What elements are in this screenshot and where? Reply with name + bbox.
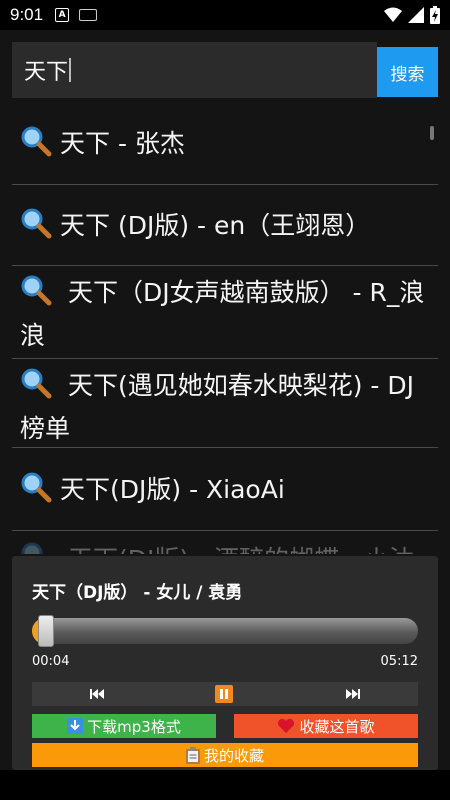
wifi-icon <box>384 7 402 22</box>
seek-bar[interactable] <box>32 615 418 647</box>
list-item-label: 天下(DJ版) - XiaoAi <box>60 474 285 504</box>
now-playing-title: 天下（DJ版） - 女儿 / 袁勇 <box>32 583 243 603</box>
skip-previous-icon <box>90 689 104 699</box>
favorite-song-button[interactable]: 收藏这首歌 <box>234 714 418 738</box>
favorite-song-label: 收藏这首歌 <box>299 717 375 736</box>
pause-button[interactable] <box>215 685 233 703</box>
list-item[interactable]: 天下(DJ版) - 酒醉的蝴蝶 - 小沐 <box>12 532 438 554</box>
pause-icon <box>220 689 228 699</box>
battery-icon <box>430 6 440 24</box>
next-button[interactable] <box>343 685 363 703</box>
my-favorites-button[interactable]: 我的收藏 <box>32 743 418 767</box>
list-item[interactable]: 天下 (DJ版) - en（王翊恩） <box>12 186 438 266</box>
status-bar: 9:01 A <box>0 0 450 30</box>
magnifier-icon <box>21 275 52 306</box>
signal-icon <box>408 7 424 23</box>
navigation-bar <box>0 770 450 800</box>
previous-button[interactable] <box>87 685 107 703</box>
list-item[interactable]: 天下 - 张杰 <box>12 104 438 185</box>
download-arrow-icon <box>67 718 84 734</box>
text-cursor <box>69 58 72 82</box>
magnifier-icon <box>21 542 43 554</box>
magnifier-icon <box>21 208 52 238</box>
search-bar: 天下 搜索 <box>12 42 438 98</box>
status-time: 9:01 <box>10 5 44 24</box>
clipboard-icon <box>185 746 200 764</box>
download-mp3-button[interactable]: 下载mp3格式 <box>32 714 216 738</box>
heart-icon <box>278 718 295 733</box>
playback-controls <box>32 682 418 706</box>
search-query-text: 天下 <box>24 60 69 85</box>
current-time: 00:04 <box>32 654 70 669</box>
download-mp3-label: 下载mp3格式 <box>87 717 181 736</box>
list-item-label: 天下(遇见她如春水映梨花) - DJ榜单 <box>20 371 414 443</box>
magnifier-icon <box>21 472 52 502</box>
search-results-list: 天下 - 张杰 天下 (DJ版) - en（王翊恩） 天下（DJ女声越南鼓版） … <box>0 104 450 554</box>
magnifier-icon <box>21 368 52 399</box>
list-item-label: 天下 (DJ版) - en（王翊恩） <box>60 210 371 240</box>
list-item[interactable]: 天下(DJ版) - XiaoAi <box>12 449 438 531</box>
music-player-panel: 天下（DJ版） - 女儿 / 袁勇 00:04 05:12 下载mp3格式 收藏… <box>12 556 438 770</box>
my-favorites-label: 我的收藏 <box>203 746 264 765</box>
search-input[interactable]: 天下 <box>12 42 377 98</box>
list-item-label: 天下 - 张杰 <box>60 129 185 158</box>
list-item-label: 天下（DJ女声越南鼓版） - R_浪浪 <box>20 278 425 350</box>
magnifier-icon <box>21 126 52 157</box>
keyboard-icon <box>79 9 98 21</box>
skip-next-icon <box>346 689 360 699</box>
seek-thumb[interactable] <box>38 615 54 647</box>
list-item[interactable]: 天下(遇见她如春水映梨花) - DJ榜单 <box>12 360 438 448</box>
search-button[interactable]: 搜索 <box>377 47 438 97</box>
total-time: 05:12 <box>380 654 418 669</box>
notification-a-icon: A <box>55 8 70 22</box>
list-item[interactable]: 天下（DJ女声越南鼓版） - R_浪浪 <box>12 267 438 359</box>
list-item-label: 天下(DJ版) - 酒醉的蝴蝶 - 小沐 <box>68 545 414 554</box>
